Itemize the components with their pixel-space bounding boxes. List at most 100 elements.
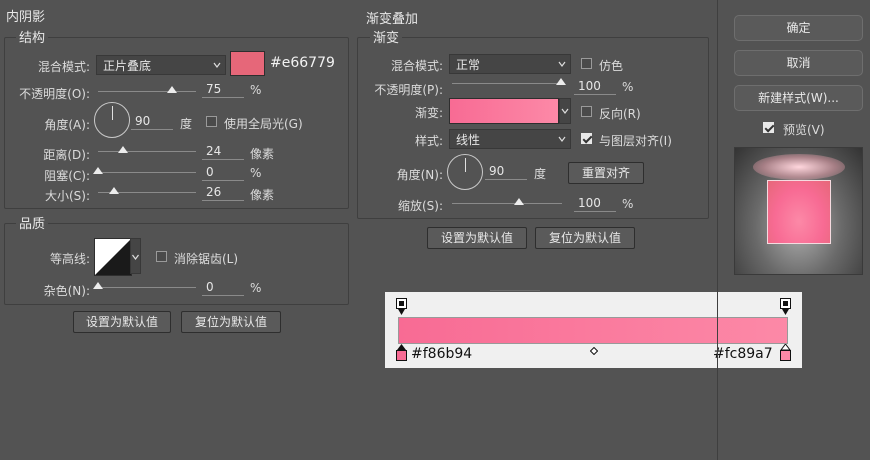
opacity-unit: % [250,83,262,97]
cancel-button[interactable]: 取消 [734,50,863,76]
gradient-preview[interactable] [449,98,559,124]
chevron-down-icon [132,254,139,260]
go-opacity-input[interactable]: 100 [574,79,616,95]
start-opacity-stop[interactable] [396,298,407,319]
opacity-input[interactable]: 75 [202,82,244,98]
go-angle-label: 角度(N): [396,168,443,182]
antialias-label: 消除锯齿(L) [174,252,239,266]
go-angle-dial[interactable] [447,154,483,190]
inner-shadow-reset-default-button[interactable]: 复位为默认值 [181,311,281,333]
angle-dial[interactable] [94,102,130,138]
align-layer-checkbox[interactable] [581,133,592,144]
opacity-slider-track[interactable] [98,91,196,92]
editor-separator [490,290,540,291]
distance-input[interactable]: 24 [202,144,244,160]
style-select[interactable]: 线性 [449,129,571,149]
align-layer-label: 与图层对齐(I) [599,134,672,148]
noise-slider-track[interactable] [98,287,196,288]
color-stop-icon [780,343,791,361]
choke-slider-thumb[interactable] [93,167,103,174]
panel-divider [717,0,718,460]
contour-dropdown[interactable] [130,238,141,274]
angle-label: 角度(A): [44,118,90,132]
structure-title: 结构 [16,27,49,46]
global-light-checkbox[interactable] [206,116,217,127]
scale-slider-track[interactable] [452,203,562,204]
blend-mode-value: 正片叠底 [103,59,152,73]
end-color-hex: #fc89a7 [713,346,773,362]
inner-shadow-set-default-button[interactable]: 设置为默认值 [73,311,171,333]
style-value: 线性 [456,133,481,147]
go-blend-mode-label: 混合模式: [390,59,443,73]
angle-unit: 度 [180,117,193,131]
size-input[interactable]: 26 [202,185,244,201]
go-opacity-unit: % [622,80,634,94]
go-blend-mode-select[interactable]: 正常 [449,54,571,74]
contour-linear-icon [95,239,131,275]
preview-square [767,180,831,244]
end-color-stop[interactable] [780,343,791,365]
dither-label: 仿色 [599,59,624,73]
opacity-slider-thumb[interactable] [166,86,177,93]
gradient-set-default-button[interactable]: 设置为默认值 [427,227,527,249]
start-color-stop[interactable] [396,344,407,365]
gradient-label: 渐变: [414,106,443,120]
chevron-down-icon [213,62,221,68]
size-unit: 像素 [250,188,275,202]
opacity-stop-icon [396,298,407,315]
new-style-button[interactable]: 新建样式(W)... [734,85,863,111]
go-angle-input[interactable]: 90 [485,164,527,180]
distance-slider-thumb[interactable] [118,146,128,153]
noise-slider-thumb[interactable] [93,282,103,289]
go-opacity-label: 不透明度(P): [374,83,443,97]
go-opacity-slider-thumb[interactable] [556,78,566,85]
start-color-hex: #f86b94 [411,346,473,362]
scale-slider-thumb[interactable] [514,198,524,205]
size-slider-thumb[interactable] [109,187,119,194]
contour-label: 等高线: [49,252,90,266]
contour-preview[interactable] [94,238,132,276]
chevron-down-icon [561,108,569,114]
reset-align-button[interactable]: 重置对齐 [568,162,644,184]
gradient-reset-default-button[interactable]: 复位为默认值 [535,227,635,249]
blend-mode-label: 混合模式: [37,60,90,74]
blend-mode-select[interactable]: 正片叠底 [96,55,226,75]
midpoint-diamond[interactable] [589,344,599,358]
chevron-down-icon [558,136,566,142]
choke-label: 阻塞(C): [44,169,90,183]
dither-checkbox[interactable] [581,58,592,69]
opacity-label: 不透明度(O): [19,87,90,101]
go-angle-unit: 度 [534,167,547,181]
noise-unit: % [250,281,262,295]
antialias-checkbox[interactable] [156,251,167,262]
distance-label: 距离(D): [43,148,90,162]
noise-input[interactable]: 0 [202,280,244,296]
reverse-label: 反向(R) [599,107,641,121]
preview-label: 预览(V) [783,123,825,137]
gradient-group-title: 渐变 [370,27,403,46]
preview-glow [753,154,845,180]
gradient-dropdown[interactable] [559,98,571,124]
opacity-stop-icon [780,298,791,315]
choke-unit: % [250,166,262,180]
go-opacity-slider-track[interactable] [452,83,562,84]
shadow-color-hex: #e66779 [270,55,335,71]
preview-checkbox[interactable] [763,122,774,133]
angle-input[interactable]: 90 [131,114,173,130]
end-opacity-stop[interactable] [780,298,791,319]
choke-input[interactable]: 0 [202,165,244,181]
distance-slider-track[interactable] [98,151,196,152]
reverse-checkbox[interactable] [581,106,592,117]
inner-shadow-title: 内阴影 [6,10,46,25]
go-blend-mode-value: 正常 [456,58,481,72]
gradient-bar[interactable] [398,317,788,344]
scale-input[interactable]: 100 [574,196,616,212]
shadow-color-swatch[interactable] [230,51,265,76]
gradient-overlay-title: 渐变叠加 [366,12,419,27]
distance-unit: 像素 [250,147,275,161]
style-label: 样式: [414,134,443,148]
choke-slider-track[interactable] [98,172,196,173]
ok-button[interactable]: 确定 [734,15,863,41]
global-light-label: 使用全局光(G) [224,117,303,131]
chevron-down-icon [558,61,566,67]
